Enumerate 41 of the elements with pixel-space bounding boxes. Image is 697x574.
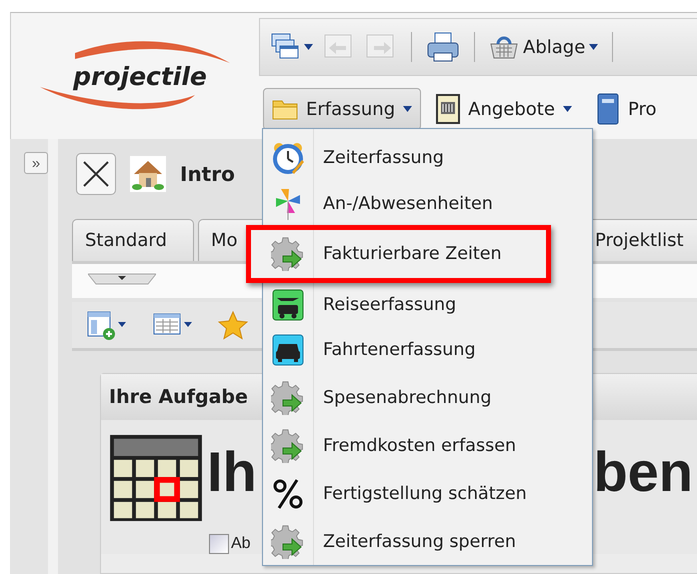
- gear-arrow-icon: [271, 525, 305, 559]
- panel-heading: ben: [593, 444, 693, 500]
- basket-icon: [489, 34, 519, 60]
- caret-icon: [403, 106, 412, 112]
- book-icon: [596, 93, 620, 125]
- percent-icon: [273, 478, 303, 510]
- menu-button[interactable]: Pro: [586, 88, 666, 130]
- caret-icon: [304, 44, 313, 50]
- menu-item[interactable]: Fahrtenerfassung: [263, 326, 592, 374]
- menu-item[interactable]: Zeiterfassung: [263, 134, 592, 182]
- menu-item[interactable]: Fertigstellung schätzen: [263, 470, 592, 518]
- car-icon: [272, 334, 304, 366]
- ablage-menu-button[interactable]: Ablage: [487, 32, 600, 62]
- panel-heading: Ih: [207, 444, 257, 500]
- folder-icon: [272, 98, 298, 120]
- pinwheel-icon: [273, 186, 303, 220]
- tab[interactable]: Standard: [72, 219, 194, 261]
- panel-title: Ihre Aufgabe: [109, 386, 248, 408]
- alarm-clock-icon: [272, 142, 304, 174]
- menu-item[interactable]: Zeiterfassung sperren: [263, 518, 592, 566]
- checkbox-label: Ab: [231, 535, 251, 553]
- gear-arrow-icon: [271, 429, 305, 463]
- sidebar-expand-button[interactable]: »: [24, 152, 48, 174]
- travel-icon: [272, 288, 304, 320]
- menu-item[interactable]: Fremdkosten erfassen: [263, 422, 592, 470]
- document-icon: [436, 94, 460, 124]
- logo[interactable]: projectile: [73, 62, 207, 90]
- calendar-icon: [109, 434, 203, 522]
- tab-title: Intro: [180, 162, 235, 186]
- checkbox[interactable]: [209, 534, 229, 554]
- gear-arrow-icon: [271, 237, 305, 271]
- menu-item[interactable]: An-/Abwesenheiten: [263, 182, 592, 225]
- menu-item[interactable]: Spesenabrechnung: [263, 374, 592, 422]
- menu-item[interactable]: Reiseerfassung: [263, 283, 592, 326]
- menu-button[interactable]: Erfassung: [263, 88, 422, 130]
- caret-icon: [562, 106, 572, 112]
- caret-icon: [589, 44, 598, 50]
- close-button[interactable]: [76, 153, 116, 195]
- menu-item[interactable]: Fakturierbare Zeiten: [246, 225, 551, 283]
- gear-arrow-icon: [271, 381, 305, 415]
- house-icon: [130, 156, 166, 192]
